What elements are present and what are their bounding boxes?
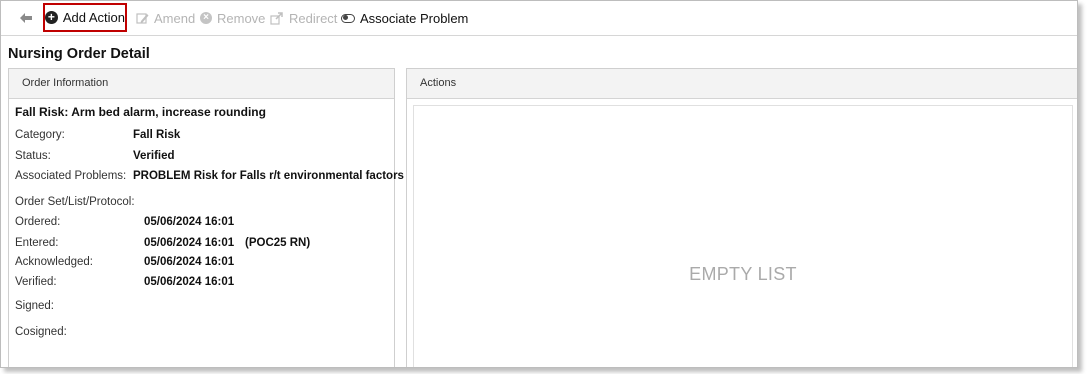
- add-action-label: Add Action: [62, 10, 125, 25]
- category-label: Category:: [15, 129, 65, 141]
- acknowledged-value: 05/06/2024 16:01: [144, 256, 235, 268]
- associate-problem-label: Associate Problem: [360, 10, 469, 26]
- remove-circle-icon: ×: [200, 12, 212, 24]
- actions-panel: Actions EMPTY LIST: [406, 68, 1077, 367]
- acknowledged-label: Acknowledged:: [15, 256, 93, 268]
- status-value: Verified: [133, 150, 175, 162]
- toolbar: + Add Action Amend × Remove Redirect Ass…: [1, 1, 1077, 36]
- order-information-panel: Order Information Fall Risk: Arm bed ala…: [8, 68, 404, 367]
- cosigned-label: Cosigned:: [15, 326, 67, 338]
- entered-value: 05/06/2024 16:01: [144, 237, 235, 249]
- add-action-button[interactable]: + Add Action: [43, 3, 127, 32]
- order-set-label: Order Set/List/Protocol:: [15, 196, 135, 208]
- order-title: Fall Risk: Arm bed alarm, increase round…: [15, 105, 266, 119]
- redirect-icon: [270, 11, 283, 25]
- amend-label: Amend: [154, 10, 196, 26]
- category-value: Fall Risk: [133, 129, 181, 141]
- associate-problem-button[interactable]: Associate Problem: [341, 1, 468, 35]
- actions-list: EMPTY LIST: [413, 105, 1073, 367]
- entered-by: (POC25 RN): [245, 237, 311, 249]
- remove-button[interactable]: × Remove: [200, 1, 265, 35]
- window: + Add Action Amend × Remove Redirect Ass…: [0, 0, 1078, 368]
- status-label: Status:: [15, 150, 51, 162]
- back-arrow-icon: [20, 13, 32, 23]
- remove-label: Remove: [217, 10, 266, 26]
- pencil-icon: [136, 12, 149, 24]
- associated-problems-label: Associated Problems:: [15, 170, 127, 182]
- page-title: Nursing Order Detail: [8, 46, 150, 62]
- verified-value: 05/06/2024 16:01: [144, 276, 235, 288]
- verified-label: Verified:: [15, 276, 57, 288]
- associated-problems-value: PROBLEM Risk for Falls r/t environmental…: [133, 170, 404, 182]
- toggle-icon: [341, 13, 355, 23]
- redirect-button[interactable]: Redirect: [270, 1, 337, 35]
- amend-button[interactable]: Amend: [136, 1, 195, 35]
- actions-header: Actions: [407, 69, 1077, 99]
- ordered-label: Ordered:: [15, 216, 61, 228]
- signed-label: Signed:: [15, 300, 55, 312]
- order-information-header: Order Information: [9, 69, 394, 99]
- plus-circle-icon: +: [45, 11, 58, 24]
- back-button[interactable]: [19, 1, 37, 35]
- entered-label: Entered:: [15, 237, 59, 249]
- ordered-value: 05/06/2024 16:01: [144, 216, 235, 228]
- redirect-label: Redirect: [289, 10, 338, 26]
- empty-list-text: EMPTY LIST: [689, 264, 797, 284]
